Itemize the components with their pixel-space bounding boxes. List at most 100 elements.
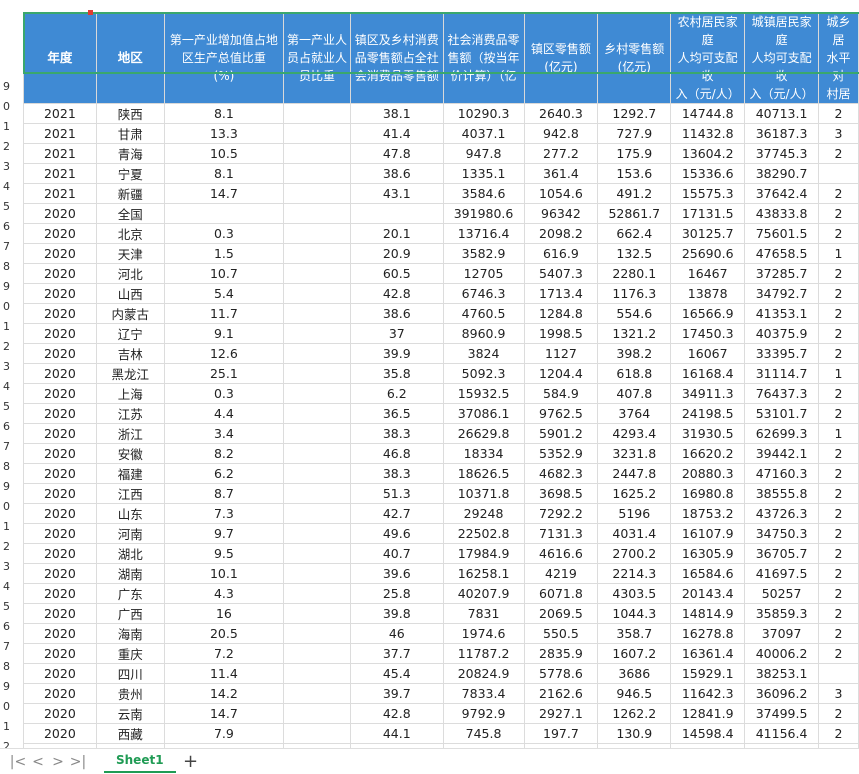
cell-urban-disposable-income[interactable]: 38290.7 — [744, 163, 820, 184]
cell-primary-industry-gdp-share[interactable]: 4.4 — [163, 403, 285, 424]
cell-town-retail-sales[interactable]: 1054.6 — [523, 183, 599, 204]
cell-town-retail-sales[interactable]: 5901.2 — [523, 423, 599, 444]
cell-total-retail-sales[interactable]: 15932.5 — [442, 383, 525, 404]
cell-primary-employment-share[interactable] — [283, 423, 351, 444]
cell-region[interactable]: 海南 — [95, 623, 165, 644]
cell-total-retail-sales[interactable]: 3582.9 — [442, 243, 525, 264]
cell-town-retail-sales[interactable]: 277.2 — [523, 143, 599, 164]
cell-primary-employment-share[interactable] — [283, 723, 351, 744]
cell-primary-employment-share[interactable] — [283, 463, 351, 484]
cell-total-retail-sales[interactable]: 8960.9 — [442, 323, 525, 344]
row-number[interactable]: 5 — [3, 600, 10, 613]
cell-urban-disposable-income[interactable]: 62699.3 — [744, 423, 820, 444]
cell-primary-employment-share[interactable] — [283, 363, 351, 384]
cell-town-retail-sales[interactable]: 584.9 — [523, 383, 599, 404]
cell-year[interactable]: 2020 — [23, 203, 97, 224]
cell-urban-rural-ratio[interactable]: 2 — [818, 523, 859, 544]
cell-primary-industry-gdp-share[interactable]: 14.7 — [163, 183, 285, 204]
row-number[interactable]: 7 — [3, 640, 10, 653]
cell-town-retail-sales[interactable]: 7131.3 — [523, 523, 599, 544]
cell-primary-employment-share[interactable] — [283, 543, 351, 564]
cell-primary-industry-gdp-share[interactable]: 11.4 — [163, 663, 285, 684]
cell-total-retail-sales[interactable]: 947.8 — [442, 143, 525, 164]
cell-town-retail-sales[interactable]: 616.9 — [523, 243, 599, 264]
cell-urban-disposable-income[interactable]: 38555.8 — [744, 483, 820, 504]
cell-primary-industry-gdp-share[interactable] — [163, 203, 285, 224]
row-number[interactable]: 2 — [3, 740, 10, 748]
cell-urban-rural-ratio[interactable]: 2 — [818, 443, 859, 464]
cell-urban-rural-ratio[interactable]: 2 — [818, 723, 859, 744]
cell-primary-employment-share[interactable] — [283, 263, 351, 284]
cell-village-retail-sales[interactable]: 727.9 — [597, 123, 672, 144]
cell-rural-retail-share[interactable]: 46.8 — [349, 443, 444, 464]
cell-rural-disposable-income[interactable]: 14814.9 — [670, 603, 746, 624]
column-header-year[interactable]: 年度 — [23, 12, 97, 104]
column-header-total-retail-sales[interactable]: 社会消费品零 售额（按当年 价计算）（亿 — [442, 12, 525, 104]
cell-urban-rural-ratio[interactable]: 1 — [818, 243, 859, 264]
cell-rural-retail-share[interactable]: 38.3 — [349, 423, 444, 444]
cell-primary-employment-share[interactable] — [283, 323, 351, 344]
row-number[interactable]: 8 — [3, 660, 10, 673]
cell-region[interactable]: 新疆 — [95, 183, 165, 204]
cell-village-retail-sales[interactable]: 3231.8 — [597, 443, 672, 464]
cell-primary-industry-gdp-share[interactable]: 9.1 — [163, 323, 285, 344]
row-number[interactable]: 1 — [3, 520, 10, 533]
cell-village-retail-sales[interactable]: 1625.2 — [597, 483, 672, 504]
data-table[interactable]: 年度 地区 第一产业增加值占地 区生产总值比重 (%) 第一产业人 员占就业人 员比重 镇区及乡… — [23, 12, 859, 748]
cell-year[interactable]: 2020 — [23, 703, 97, 724]
row-number[interactable]: 2 — [3, 340, 10, 353]
cell-urban-disposable-income[interactable]: 33395.7 — [744, 343, 820, 364]
cell-urban-rural-ratio[interactable]: 2 — [818, 563, 859, 584]
cell-rural-retail-share[interactable]: 38.1 — [349, 103, 444, 124]
cell-rural-disposable-income[interactable]: 24198.5 — [670, 403, 746, 424]
cell-rural-disposable-income[interactable]: 31930.5 — [670, 423, 746, 444]
cell-rural-retail-share[interactable]: 42.7 — [349, 503, 444, 524]
cell-rural-retail-share[interactable]: 38.3 — [349, 463, 444, 484]
cell-region[interactable]: 北京 — [95, 223, 165, 244]
cell-rural-retail-share[interactable]: 38.6 — [349, 163, 444, 184]
cell-village-retail-sales[interactable]: 1321.2 — [597, 323, 672, 344]
cell-village-retail-sales[interactable]: 3686 — [597, 663, 672, 684]
cell-primary-industry-gdp-share[interactable]: 10.1 — [163, 563, 285, 584]
row-number-gutter[interactable]: 9 0 1 2 3 4 5 6 7 8 9 0 1 2 3 4 5 6 7 8 9 0 1 2 3 4 5 6 7 8 9 0 1 2 — [0, 0, 23, 748]
cell-primary-employment-share[interactable] — [283, 203, 351, 224]
cell-town-retail-sales[interactable]: 5407.3 — [523, 263, 599, 284]
row-number[interactable]: 6 — [3, 220, 10, 233]
cell-urban-disposable-income[interactable]: 75601.5 — [744, 223, 820, 244]
cell-urban-rural-ratio[interactable]: 2 — [818, 643, 859, 664]
cell-rural-retail-share[interactable]: 39.6 — [349, 563, 444, 584]
cell-urban-disposable-income[interactable]: 37745.3 — [744, 143, 820, 164]
cell-total-retail-sales[interactable]: 4760.5 — [442, 303, 525, 324]
column-header-rural-retail-share[interactable]: 镇区及乡村消费 品零售额占全社 会消费品零售额 — [349, 12, 444, 104]
cell-region[interactable]: 上海 — [95, 383, 165, 404]
cell-primary-employment-share[interactable] — [283, 623, 351, 644]
cell-urban-disposable-income[interactable]: 39442.1 — [744, 443, 820, 464]
cell-village-retail-sales[interactable]: 4303.5 — [597, 583, 672, 604]
cell-rural-retail-share[interactable] — [349, 203, 444, 224]
cell-total-retail-sales[interactable]: 4037.1 — [442, 123, 525, 144]
cell-urban-disposable-income[interactable]: 34792.7 — [744, 283, 820, 304]
cell-primary-industry-gdp-share[interactable]: 12.6 — [163, 343, 285, 364]
cell-region[interactable]: 辽宁 — [95, 323, 165, 344]
cell-year[interactable]: 2020 — [23, 243, 97, 264]
cell-urban-rural-ratio[interactable] — [818, 663, 859, 684]
cell-region[interactable]: 甘肃 — [95, 123, 165, 144]
column-header-primary-industry-gdp-share[interactable]: 第一产业增加值占地 区生产总值比重 (%) — [163, 12, 285, 104]
column-header-rural-disposable-income[interactable]: 农村居民家庭 人均可支配收 入（元/人） — [670, 12, 746, 104]
cell-year[interactable]: 2020 — [23, 583, 97, 604]
cell-region[interactable]: 全国 — [95, 203, 165, 224]
row-number[interactable]: 2 — [3, 140, 10, 153]
cell-total-retail-sales[interactable]: 20824.9 — [442, 663, 525, 684]
cell-year[interactable]: 2020 — [23, 603, 97, 624]
cell-rural-retail-share[interactable]: 60.5 — [349, 263, 444, 284]
cell-primary-employment-share[interactable] — [283, 143, 351, 164]
cell-rural-retail-share[interactable]: 45.4 — [349, 663, 444, 684]
cell-rural-retail-share[interactable]: 41.4 — [349, 123, 444, 144]
cell-urban-rural-ratio[interactable]: 2 — [818, 483, 859, 504]
cell-urban-disposable-income[interactable]: 37097 — [744, 623, 820, 644]
cell-rural-disposable-income[interactable]: 25690.6 — [670, 243, 746, 264]
cell-village-retail-sales[interactable]: 407.8 — [597, 383, 672, 404]
row-number[interactable]: 3 — [3, 560, 10, 573]
cell-urban-disposable-income[interactable]: 37499.5 — [744, 703, 820, 724]
cell-primary-employment-share[interactable] — [283, 123, 351, 144]
